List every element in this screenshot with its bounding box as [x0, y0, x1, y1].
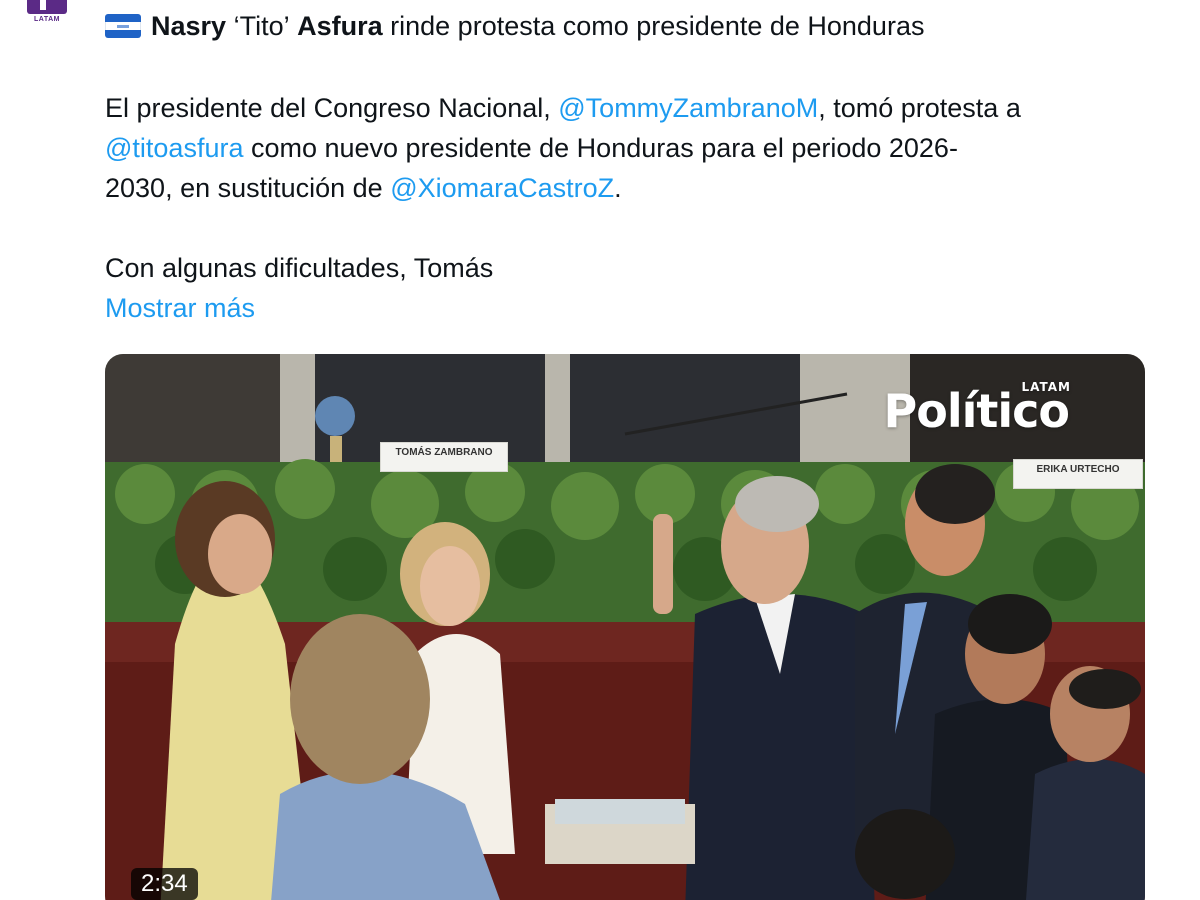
watermark-sub: LATAM: [1021, 380, 1071, 394]
politico-watermark: Político LATAM: [884, 380, 1070, 438]
tweet-headline: Nasry ‘Tito’ Asfura rinde protesta como …: [105, 10, 924, 42]
mention-titoasfura[interactable]: @titoasfura: [105, 133, 243, 163]
headline-name-2: ‘Tito’: [233, 11, 290, 41]
avatar-label: LATAM: [34, 16, 60, 23]
headline-rest: rinde protesta como presidente de Hondur…: [382, 11, 925, 41]
nameplate-zambrano: TOMÁS ZAMBRANO: [380, 442, 508, 472]
honduras-flag-icon: [105, 14, 141, 38]
body-text-1: El presidente del Congreso Nacional,: [105, 93, 559, 123]
body-text-3: como nuevo presidente de Honduras para e…: [243, 133, 958, 163]
politico-logo-icon: [27, 0, 67, 14]
headline-name-3: Asfura: [297, 11, 383, 41]
tweet-body: El presidente del Congreso Nacional, @To…: [105, 88, 1165, 288]
body-text-6: Con algunas dificultades, Tomás: [105, 253, 494, 283]
mention-xiomaracastro[interactable]: @XiomaraCastroZ: [390, 173, 614, 203]
account-avatar[interactable]: LATAM: [26, 0, 68, 26]
body-text-4: 2030, en sustitución de: [105, 173, 391, 203]
show-more-link[interactable]: Mostrar más: [105, 288, 255, 328]
body-text-5: .: [614, 173, 622, 203]
headline-name-1: Nasry: [151, 11, 227, 41]
video-player[interactable]: TOMÁS ZAMBRANO ERIKA URTECHO Político LA…: [105, 354, 1145, 900]
nameplate-urtecho: ERIKA URTECHO: [1013, 459, 1143, 489]
video-duration-badge: 2:34: [131, 868, 198, 900]
mention-tommyzambrano[interactable]: @TommyZambranoM: [558, 93, 818, 123]
body-text-2: , tomó protesta a: [818, 93, 1021, 123]
